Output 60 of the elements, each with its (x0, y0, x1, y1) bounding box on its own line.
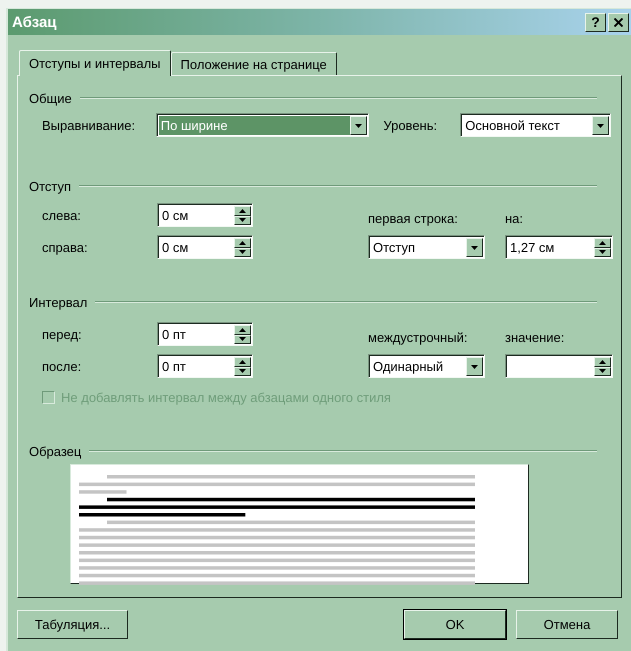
field-label: справа: (42, 240, 89, 254)
help-button[interactable]: ? (585, 12, 606, 32)
spin-up-button[interactable] (234, 357, 251, 366)
up-arrow-icon (599, 360, 606, 364)
dropdown-field[interactable]: Основной текст (460, 113, 612, 137)
dropdown-field[interactable]: Одинарный (368, 354, 485, 378)
spin-field[interactable]: 1,27 см (505, 235, 613, 259)
spin-field[interactable]: 0 см (157, 235, 253, 259)
down-arrow-icon (239, 337, 246, 342)
dialog-button[interactable]: OK (404, 610, 506, 639)
down-arrow-icon (599, 369, 606, 374)
up-arrow-icon (239, 328, 246, 332)
spin-field[interactable]: 0 см (157, 203, 253, 227)
field-label: слева: (42, 208, 82, 222)
down-arrow-icon (239, 250, 246, 254)
up-arrow-icon (239, 240, 246, 245)
field-label: на: (505, 211, 524, 226)
up-arrow-icon (239, 208, 246, 213)
field-label: первая строка: (368, 211, 459, 226)
up-arrow-icon (599, 240, 606, 245)
tabs-button[interactable]: Табуляция... (17, 610, 128, 639)
group-heading: Общие (29, 90, 72, 106)
dropdown-field[interactable]: По ширине (156, 113, 370, 137)
group-heading: Отступ (29, 178, 72, 194)
spin-up-button[interactable] (234, 238, 251, 248)
field-label: междустрочный: (368, 330, 468, 345)
field-label: Уровень: (383, 118, 438, 132)
down-arrow-icon (239, 369, 246, 374)
down-arrow-icon (239, 218, 246, 222)
tab[interactable]: Положение на странице (170, 52, 337, 75)
down-arrow-icon (355, 124, 362, 128)
tab[interactable]: Отступы и интервалы (19, 50, 171, 76)
spin-field[interactable] (505, 354, 613, 378)
dropdown-value: По ширине (158, 116, 350, 135)
field-label: Выравнивание: (42, 118, 136, 132)
down-arrow-icon (599, 250, 606, 254)
dropdown-button[interactable] (592, 116, 610, 135)
down-arrow-icon (471, 246, 478, 250)
spin-up-button[interactable] (234, 206, 251, 216)
spin-field[interactable]: 0 пт (157, 354, 253, 378)
spin-up-button[interactable] (234, 325, 251, 334)
up-arrow-icon (239, 360, 246, 364)
field-label: значение: (505, 330, 566, 345)
spin-up-button[interactable] (594, 357, 611, 366)
group-heading: Интервал (29, 294, 88, 310)
down-arrow-icon (597, 124, 604, 128)
spin-field[interactable]: 0 пт (157, 322, 253, 346)
dropdown-button[interactable] (466, 238, 483, 257)
dropdown-button[interactable] (466, 357, 483, 376)
down-arrow-icon (471, 364, 478, 368)
group-heading: Образец (29, 444, 82, 458)
field-label: после: (42, 358, 82, 374)
close-button[interactable] (608, 12, 629, 32)
close-icon (614, 18, 623, 26)
dropdown-button[interactable] (350, 116, 368, 135)
spin-up-button[interactable] (594, 238, 611, 248)
dropdown-field[interactable]: Отступ (368, 235, 485, 259)
window-title: Абзац (12, 14, 58, 30)
dialog-button[interactable]: Отмена (516, 610, 618, 639)
field-label: перед: (42, 326, 83, 342)
